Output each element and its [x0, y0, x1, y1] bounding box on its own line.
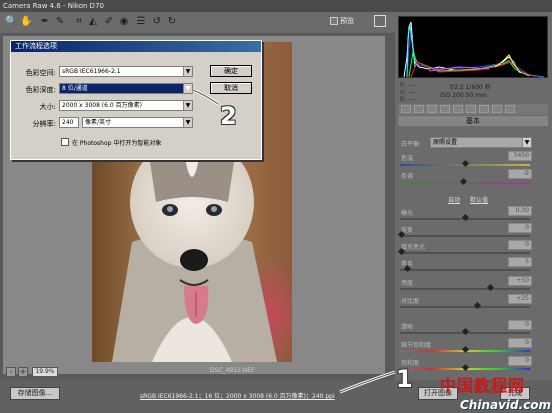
watermark-brand: Chinavid.com [460, 398, 552, 412]
step-1-marker: 1 [396, 365, 413, 393]
annotation-arrows [192, 88, 396, 394]
step-2-marker: 2 [220, 102, 237, 130]
watermark-url: www.jcwcn.com [474, 388, 522, 395]
